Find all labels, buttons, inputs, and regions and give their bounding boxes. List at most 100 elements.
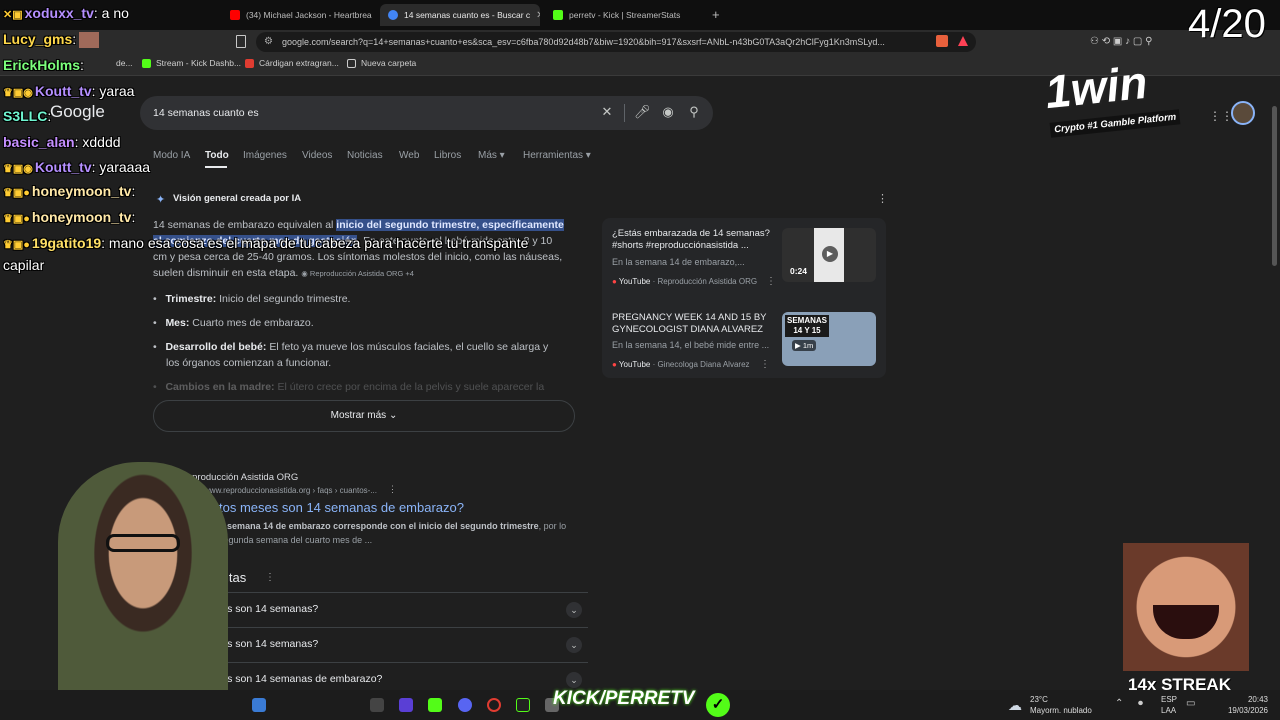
bookmark-kick-dashboard[interactable]: Stream - Kick Dashb... [142, 58, 241, 68]
sponsor-logo: 1win [1042, 55, 1150, 119]
goal-counter: 4/20 [1188, 2, 1266, 46]
show-hidden-icons-icon[interactable]: ⌃ [1115, 698, 1123, 709]
chat-message: capilar [3, 257, 44, 273]
address-bar[interactable]: ⚙ google.com/search?q=14+semanas+cuanto+… [256, 32, 976, 52]
ai-bullet: • Desarrollo del bebé: El feto ya mueve … [153, 341, 549, 353]
browser-icon[interactable] [252, 698, 266, 712]
weather-desc[interactable]: Mayorm. nublado [1030, 706, 1092, 715]
more-options-icon[interactable]: ⋮ [265, 572, 275, 583]
channel-name: Ginecologa Diana Alvarez [657, 360, 750, 369]
tab-herramientas[interactable]: Herramientas ▾ [523, 150, 591, 161]
bullet-text: El feto ya mueve los músculos faciales, … [269, 341, 549, 353]
terminal-icon[interactable] [516, 698, 530, 712]
video-duration: ▶ 1m [792, 340, 817, 351]
close-tab-icon[interactable]: ✕ [536, 10, 540, 21]
brave-rewards-icon[interactable] [958, 36, 968, 46]
clock-date[interactable]: 19/03/2026 [1218, 706, 1268, 715]
tab-streamerstats[interactable]: perretv - Kick | StreamerStats [545, 4, 705, 26]
discord-icon[interactable] [458, 698, 472, 712]
clear-icon[interactable]: ✕ [600, 105, 614, 119]
tab-imagenes[interactable]: Imágenes [243, 150, 287, 161]
video-thumbnail[interactable]: ▶ 0:24 [782, 228, 876, 282]
microphone-icon[interactable]: 🎤︎ [634, 105, 651, 119]
language-secondary[interactable]: LAA [1161, 706, 1176, 715]
chevron-down-icon: ⌄ [388, 410, 398, 421]
tab-libros[interactable]: Libros [434, 150, 461, 161]
search-query: 14 semanas cuanto es [153, 107, 259, 119]
tab-youtube[interactable]: (34) Michael Jackson - Heartbreak Ho [222, 4, 372, 26]
glasses [106, 534, 180, 552]
ai-source-chip[interactable]: ◉ Reproducción Asistida ORG +4 [301, 269, 414, 278]
clock-time[interactable]: 20:43 [1218, 695, 1268, 704]
chat-text: : xdddd [74, 134, 121, 150]
tab-label: perretv - Kick | StreamerStats [569, 10, 681, 20]
video-duration: 0:24 [790, 266, 808, 276]
bullet-text: El útero crece por encima de la pelvis y… [277, 381, 545, 393]
site-info-icon[interactable]: ⚙ [264, 36, 273, 47]
more-options-icon[interactable]: ⋮ [388, 484, 397, 495]
video-snippet: En la semana 14, el bebé mide entre ... [612, 340, 770, 350]
show-more-button[interactable]: Mostrar más ⌄ [153, 400, 575, 432]
video-thumbnail[interactable]: SEMANAS 14 Y 15 ▶ 1m [782, 312, 876, 366]
extensions-icon[interactable]: ⚇ ⟲ ▣ ♪ ▢ ⚲ [1090, 36, 1152, 47]
opera-icon[interactable] [487, 698, 501, 712]
chat-badges-icon: ♛▣● [3, 213, 30, 225]
chat-message: ♛▣◉ Koutt_tv: yaraa [3, 83, 134, 99]
chat-text: : yaraa [91, 83, 135, 99]
google-logo[interactable]: Google [50, 102, 105, 122]
bullet-label: Mes: [165, 317, 190, 329]
channel-name: Reproducción Asistida ORG [657, 277, 758, 286]
tab-google-search[interactable]: 14 semanas cuanto es - Buscar c ✕ [380, 4, 540, 26]
chat-text: : [80, 57, 84, 73]
chat-text: capilar [3, 257, 45, 273]
bullet-text: Cuarto mes de embarazo. [192, 317, 314, 329]
bookmark-item[interactable]: de... [116, 58, 133, 68]
video-title[interactable]: ¿Estás embarazada de 14 semanas? #shorts… [612, 228, 782, 252]
tab-todo[interactable]: Todo [205, 150, 229, 161]
new-tab-button[interactable]: + [712, 7, 720, 22]
scrollbar-thumb[interactable] [1272, 106, 1277, 266]
ai-bullet: • Mes: Cuarto mes de embarazo. [153, 317, 314, 329]
app-icon[interactable] [428, 698, 442, 712]
bookmark-icon[interactable] [236, 35, 246, 48]
ai-text: 14 semanas de embarazo equivalen al [153, 219, 334, 231]
bookmark-label: Nueva carpeta [361, 58, 417, 68]
video-title[interactable]: PREGNANCY WEEK 14 AND 15 BY GYNECOLOGIST… [612, 312, 782, 336]
folder-icon [347, 58, 356, 68]
bullet-label: Cambios en la madre: [165, 381, 275, 393]
video-snippet: En la semana 14 de embarazo,... [612, 257, 745, 267]
chat-user: ErickHolms [3, 57, 81, 73]
tab-noticias[interactable]: Noticias [347, 150, 383, 161]
more-options-icon[interactable]: ⋮ [877, 192, 888, 205]
tab-mas[interactable]: Más ▾ [478, 150, 505, 161]
result-snippet-line-1: 2025 — La semana 14 de embarazo correspo… [180, 521, 566, 531]
weather-temp[interactable]: 23°C [1030, 695, 1048, 704]
ai-text: suelen disminuir en esta etapa. [153, 267, 299, 279]
bookmark-label: Stream - Kick Dashb... [156, 58, 242, 68]
more-options-icon[interactable]: ⋮ [760, 359, 770, 370]
microphone-icon[interactable]: ⏺ [1138, 698, 1143, 709]
play-icon: ▶ [822, 246, 838, 262]
lens-icon[interactable]: ◉ [661, 105, 675, 119]
network-icon[interactable]: ▭ [1186, 698, 1195, 709]
chat-user: 19gatito19 [31, 235, 102, 251]
chat-message: ♛▣◉ Koutt_tv: yaraaaa [3, 159, 150, 175]
stats-icon [553, 10, 563, 20]
chat-message: ♛▣● honeymoon_tv: [3, 183, 135, 199]
tab-web[interactable]: Web [399, 150, 419, 161]
bookmark-cardigan[interactable]: Cárdigan extragran... [245, 58, 339, 68]
chevron-down-icon: ⌄ [566, 602, 582, 618]
language-primary[interactable]: ESP [1161, 695, 1177, 704]
tab-modo-ia[interactable]: Modo IA [153, 150, 190, 161]
app-icon[interactable] [370, 698, 384, 712]
more-options-icon[interactable]: ⋮ [766, 276, 776, 287]
duration-label: 1m [802, 341, 814, 350]
bookmark-label: de... [116, 58, 133, 68]
search-icon[interactable]: ⚲ [687, 105, 701, 119]
search-input[interactable]: 14 semanas cuanto es ✕ 🎤︎ ◉ ⚲ [140, 96, 713, 130]
app-icon[interactable] [399, 698, 413, 712]
avatar[interactable] [1231, 101, 1255, 125]
bookmark-folder[interactable]: Nueva carpeta [347, 58, 416, 68]
tab-videos[interactable]: Videos [302, 150, 332, 161]
brave-shield-icon[interactable] [936, 35, 948, 47]
